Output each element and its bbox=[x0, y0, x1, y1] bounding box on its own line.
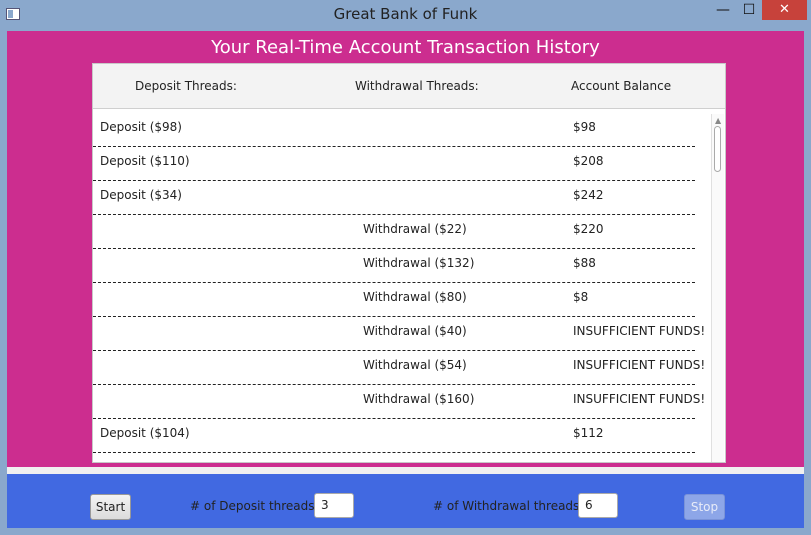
balance-cell: $88 bbox=[573, 256, 596, 270]
balance-cell: $98 bbox=[573, 120, 596, 134]
page-title: Your Real-Time Account Transaction Histo… bbox=[211, 37, 600, 58]
balance-cell: $112 bbox=[573, 426, 604, 440]
withdrawal-threads-label: # of Withdrawal threads bbox=[433, 499, 580, 513]
scroll-up-icon[interactable]: ▲ bbox=[715, 116, 721, 125]
minimize-button[interactable]: — bbox=[710, 0, 736, 20]
balance-cell: $220 bbox=[573, 222, 604, 236]
stop-button[interactable]: Stop bbox=[684, 494, 725, 520]
table-row[interactable]: Deposit ($34) $242 bbox=[93, 181, 695, 215]
maximize-button[interactable]: ☐ bbox=[736, 0, 762, 20]
withdrawal-cell: Withdrawal ($80) bbox=[363, 290, 467, 304]
balance-cell: $8 bbox=[573, 290, 589, 304]
divider bbox=[7, 467, 804, 474]
column-header-deposit[interactable]: Deposit Threads: bbox=[135, 79, 237, 93]
table-row[interactable]: Deposit ($110) $208 bbox=[93, 147, 695, 181]
withdrawal-cell: Withdrawal ($132) bbox=[363, 256, 475, 270]
close-button[interactable]: ✕ bbox=[762, 0, 807, 20]
withdrawal-cell: Withdrawal ($22) bbox=[363, 222, 467, 236]
table-header: Deposit Threads: Withdrawal Threads: Acc… bbox=[93, 64, 725, 109]
withdrawal-cell: Withdrawal ($40) bbox=[363, 324, 467, 338]
balance-cell: INSUFFICIENT FUNDS! bbox=[573, 324, 706, 338]
table-row[interactable]: Deposit ($104) $112 bbox=[93, 419, 695, 453]
title-bar: Great Bank of Funk — ☐ ✕ bbox=[0, 0, 811, 30]
withdrawal-cell: Withdrawal ($54) bbox=[363, 358, 467, 372]
deposit-cell: Deposit ($104) bbox=[100, 426, 190, 440]
deposit-threads-input[interactable]: 3 bbox=[314, 493, 354, 518]
transaction-table: Deposit Threads: Withdrawal Threads: Acc… bbox=[92, 63, 726, 463]
balance-cell: $208 bbox=[573, 154, 604, 168]
balance-cell: INSUFFICIENT FUNDS! bbox=[573, 358, 706, 372]
table-row[interactable]: Deposit ($98) $98 bbox=[93, 113, 695, 147]
balance-cell: $242 bbox=[573, 188, 604, 202]
vertical-scrollbar[interactable]: ▲ bbox=[711, 114, 724, 462]
table-row[interactable]: Withdrawal ($54) INSUFFICIENT FUNDS! bbox=[93, 351, 705, 385]
table-row[interactable]: Withdrawal ($132) $88 bbox=[93, 249, 695, 283]
balance-cell: INSUFFICIENT FUNDS! bbox=[573, 392, 706, 406]
control-bar: Start # of Deposit threads 3 # of Withdr… bbox=[7, 474, 804, 528]
deposit-threads-label: # of Deposit threads bbox=[190, 499, 315, 513]
deposit-cell: Deposit ($34) bbox=[100, 188, 182, 202]
table-row[interactable]: Withdrawal ($160) INSUFFICIENT FUNDS! bbox=[93, 385, 705, 419]
column-header-withdrawal[interactable]: Withdrawal Threads: bbox=[355, 79, 479, 93]
table-row[interactable]: Withdrawal ($40) INSUFFICIENT FUNDS! bbox=[93, 317, 705, 351]
table-row[interactable]: Withdrawal ($22) $220 bbox=[93, 215, 695, 249]
deposit-cell: Deposit ($98) bbox=[100, 120, 182, 134]
withdrawal-cell: Withdrawal ($160) bbox=[363, 392, 475, 406]
scrollbar-thumb[interactable] bbox=[714, 126, 721, 172]
main-content: Your Real-Time Account Transaction Histo… bbox=[7, 31, 804, 467]
table-row[interactable]: Withdrawal ($80) $8 bbox=[93, 283, 695, 317]
start-button[interactable]: Start bbox=[90, 494, 131, 520]
withdrawal-threads-input[interactable]: 6 bbox=[578, 493, 618, 518]
table-body: Deposit ($98) $98 Deposit ($110) $208 Depo… bbox=[93, 113, 705, 453]
window-title: Great Bank of Funk bbox=[333, 5, 478, 23]
deposit-cell: Deposit ($110) bbox=[100, 154, 190, 168]
column-header-balance[interactable]: Account Balance bbox=[571, 79, 671, 93]
